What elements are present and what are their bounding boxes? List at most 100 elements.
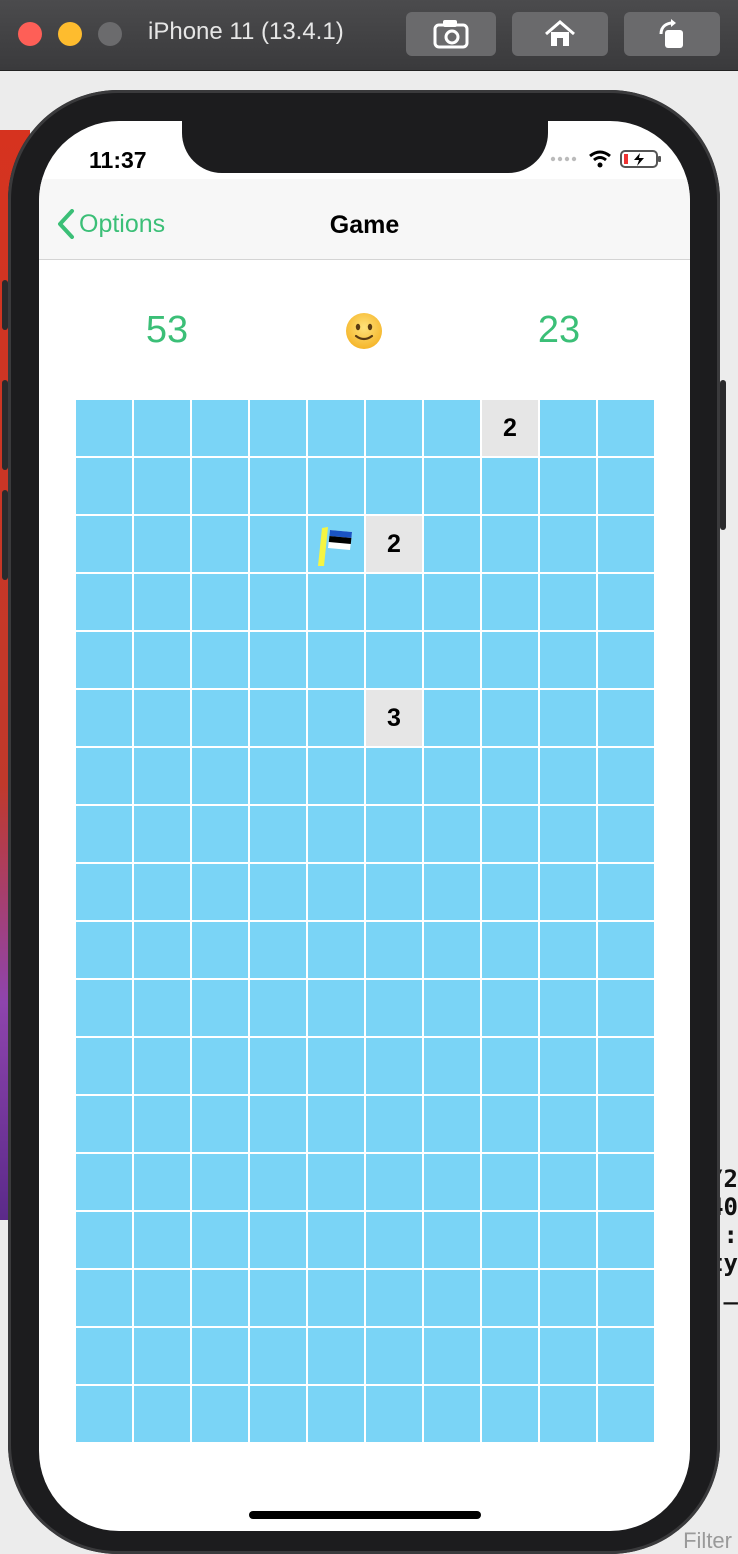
close-window-button[interactable] bbox=[18, 22, 42, 46]
minefield-cell[interactable] bbox=[192, 864, 248, 920]
minefield-cell[interactable] bbox=[366, 458, 422, 514]
revealed-cell[interactable]: 3 bbox=[366, 690, 422, 746]
minefield-cell[interactable] bbox=[192, 1038, 248, 1094]
minefield-cell[interactable] bbox=[308, 1328, 364, 1384]
minefield-cell[interactable] bbox=[424, 1096, 480, 1152]
minefield-cell[interactable] bbox=[308, 632, 364, 688]
minefield-cell[interactable] bbox=[76, 1212, 132, 1268]
zoom-window-button[interactable] bbox=[98, 22, 122, 46]
revealed-cell[interactable]: 2 bbox=[366, 516, 422, 572]
minefield-cell[interactable] bbox=[134, 1038, 190, 1094]
minefield-cell[interactable] bbox=[424, 1328, 480, 1384]
minefield-cell[interactable] bbox=[482, 1386, 538, 1442]
minefield-cell[interactable] bbox=[192, 1328, 248, 1384]
minefield-cell[interactable] bbox=[540, 1154, 596, 1210]
minefield-cell[interactable] bbox=[76, 806, 132, 862]
minefield-cell[interactable] bbox=[482, 1212, 538, 1268]
minefield-cell[interactable] bbox=[76, 574, 132, 630]
minefield-cell[interactable] bbox=[308, 1154, 364, 1210]
minefield-cell[interactable] bbox=[482, 806, 538, 862]
minefield-cell[interactable] bbox=[482, 864, 538, 920]
minefield-cell[interactable] bbox=[308, 1386, 364, 1442]
minefield-cell[interactable] bbox=[482, 516, 538, 572]
minefield-cell[interactable] bbox=[366, 1038, 422, 1094]
minefield-cell[interactable] bbox=[134, 748, 190, 804]
minefield-cell[interactable] bbox=[424, 690, 480, 746]
minefield-cell[interactable] bbox=[134, 1212, 190, 1268]
minefield-cell[interactable] bbox=[250, 1096, 306, 1152]
minefield-cell[interactable] bbox=[424, 574, 480, 630]
minefield-cell[interactable] bbox=[540, 864, 596, 920]
minefield-cell[interactable] bbox=[366, 574, 422, 630]
minefield-cell[interactable] bbox=[424, 922, 480, 978]
minefield-cell[interactable] bbox=[598, 632, 654, 688]
minefield-cell[interactable] bbox=[598, 1038, 654, 1094]
minefield-cell[interactable] bbox=[366, 980, 422, 1036]
minefield-cell[interactable] bbox=[76, 400, 132, 456]
minefield-cell[interactable] bbox=[482, 632, 538, 688]
minefield-cell[interactable] bbox=[540, 632, 596, 688]
minefield-cell[interactable] bbox=[192, 980, 248, 1036]
minefield-cell[interactable] bbox=[250, 922, 306, 978]
minefield-cell[interactable] bbox=[366, 748, 422, 804]
minefield-cell[interactable] bbox=[76, 864, 132, 920]
minefield-cell[interactable] bbox=[424, 748, 480, 804]
minefield-cell[interactable] bbox=[192, 516, 248, 572]
minefield-cell[interactable] bbox=[424, 806, 480, 862]
minefield-cell[interactable] bbox=[540, 748, 596, 804]
minefield-cell[interactable] bbox=[250, 980, 306, 1036]
minefield-cell[interactable] bbox=[598, 516, 654, 572]
minefield-cell[interactable] bbox=[134, 516, 190, 572]
minefield-cell[interactable] bbox=[366, 922, 422, 978]
minefield-cell[interactable] bbox=[134, 574, 190, 630]
minefield-cell[interactable] bbox=[308, 458, 364, 514]
minefield-cell[interactable] bbox=[482, 1328, 538, 1384]
minefield-cell[interactable] bbox=[250, 632, 306, 688]
minefield-cell[interactable] bbox=[76, 1038, 132, 1094]
minefield-cell[interactable] bbox=[482, 1038, 538, 1094]
minefield-cell[interactable] bbox=[134, 1096, 190, 1152]
minefield-cell[interactable] bbox=[424, 632, 480, 688]
minefield-cell[interactable] bbox=[366, 632, 422, 688]
minefield-cell[interactable] bbox=[540, 574, 596, 630]
minefield-cell[interactable] bbox=[482, 1154, 538, 1210]
minefield-cell[interactable] bbox=[192, 632, 248, 688]
minefield-cell[interactable] bbox=[482, 458, 538, 514]
minefield-cell[interactable] bbox=[76, 922, 132, 978]
minefield-cell[interactable] bbox=[540, 806, 596, 862]
minefield-cell[interactable] bbox=[134, 806, 190, 862]
flagged-cell[interactable] bbox=[308, 516, 364, 572]
minefield-cell[interactable] bbox=[76, 516, 132, 572]
minefield-cell[interactable] bbox=[308, 1270, 364, 1326]
minefield-cell[interactable] bbox=[366, 1328, 422, 1384]
minefield-cell[interactable] bbox=[308, 806, 364, 862]
minefield-cell[interactable] bbox=[540, 1328, 596, 1384]
screenshot-button[interactable] bbox=[406, 12, 496, 56]
minefield-cell[interactable] bbox=[76, 980, 132, 1036]
minefield-cell[interactable] bbox=[134, 690, 190, 746]
minefield-cell[interactable] bbox=[482, 574, 538, 630]
minefield-cell[interactable] bbox=[598, 806, 654, 862]
home-button[interactable] bbox=[512, 12, 608, 56]
minefield-cell[interactable] bbox=[482, 922, 538, 978]
minefield-cell[interactable] bbox=[308, 574, 364, 630]
minefield-cell[interactable] bbox=[192, 1270, 248, 1326]
minefield-cell[interactable] bbox=[598, 980, 654, 1036]
minimize-window-button[interactable] bbox=[58, 22, 82, 46]
minefield-cell[interactable] bbox=[192, 1096, 248, 1152]
minefield-cell[interactable] bbox=[424, 980, 480, 1036]
minefield-cell[interactable] bbox=[540, 1212, 596, 1268]
minefield-cell[interactable] bbox=[192, 1212, 248, 1268]
minefield-cell[interactable] bbox=[134, 1154, 190, 1210]
minefield-cell[interactable] bbox=[308, 980, 364, 1036]
minefield-cell[interactable] bbox=[308, 1096, 364, 1152]
minefield-cell[interactable] bbox=[250, 1212, 306, 1268]
minefield-cell[interactable] bbox=[598, 1270, 654, 1326]
minefield-cell[interactable] bbox=[482, 980, 538, 1036]
minefield-cell[interactable] bbox=[482, 690, 538, 746]
minefield-cell[interactable] bbox=[134, 922, 190, 978]
minefield-cell[interactable] bbox=[366, 1270, 422, 1326]
minefield-cell[interactable] bbox=[134, 1270, 190, 1326]
minefield-cell[interactable] bbox=[192, 400, 248, 456]
minefield-cell[interactable] bbox=[308, 748, 364, 804]
